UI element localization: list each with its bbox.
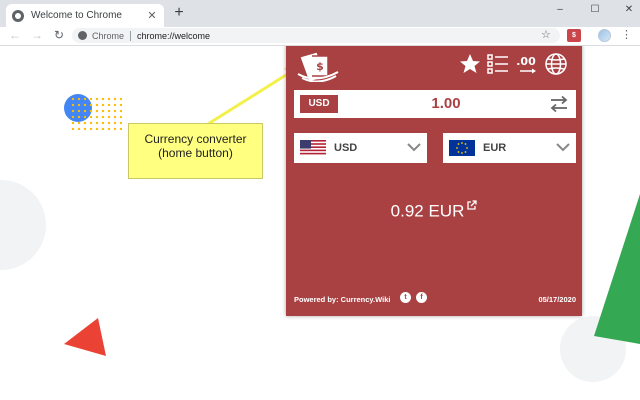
chrome-site-icon [78,31,87,40]
decimals-label: .00 [516,55,536,68]
powered-by-link[interactable]: Powered by: Currency.Wiki [294,295,391,304]
maximize-button[interactable]: ☐ [587,3,603,17]
url-text[interactable]: chrome://welcome [137,31,210,41]
chrome-menu-icon[interactable]: ⋮ [621,28,632,43]
from-currency-select[interactable]: USD [294,133,427,163]
decimals-icon[interactable]: .00 [514,52,538,76]
amount-row: USD 1.00 [294,90,576,118]
decorative-dot-grid [70,96,122,130]
star-icon[interactable] [458,52,482,76]
close-window-button[interactable]: ✕ [621,3,637,17]
forward-button[interactable]: → [30,27,44,44]
currency-extension-button[interactable]: $ [567,29,581,42]
minimize-button[interactable]: – [552,3,568,17]
omnibox-divider [130,30,132,41]
globe-icon[interactable] [544,52,568,76]
us-flag-icon [300,140,326,156]
annotation-callout: Currency converter (home button) [128,123,263,179]
decorative-circle [0,180,46,270]
welcome-page: Currency converter (home button) $ .00 U… [0,46,640,400]
decorative-green-shape [594,194,640,344]
annotation-line-2: (home button) [158,146,233,160]
reload-button[interactable]: ↻ [52,27,66,44]
amount-currency-badge[interactable]: USD [300,95,338,113]
rate-date: 05/17/2020 [538,295,576,304]
eu-flag-icon [449,140,475,156]
annotation-text: Currency converter (home button) [129,124,262,160]
swap-icon[interactable] [549,95,569,113]
annotation-line-1: Currency converter [144,132,247,146]
browser-toolbar: ← → ↻ Chrome chrome://welcome ☆ $ ⋮ [0,27,640,46]
to-currency-select[interactable]: EUR [443,133,576,163]
twitter-icon[interactable]: t [400,292,411,303]
svg-text:$: $ [316,60,324,73]
money-logo-icon[interactable]: $ [296,50,340,82]
list-icon[interactable] [486,52,510,76]
site-chip: Chrome [92,30,125,41]
bookmark-star-icon[interactable]: ☆ [541,28,551,43]
tab-strip: Welcome to Chrome ✕ + – ☐ ✕ [0,0,640,27]
profile-avatar[interactable] [598,29,611,42]
currency-converter-popup: $ .00 USD 1.00 USD EUR 0.92 EUR Powered … [286,46,582,316]
conversion-result: 0.92 EUR [286,200,582,225]
new-tab-button[interactable]: + [172,5,186,21]
result-value: 0.92 EUR [390,201,465,221]
amount-input[interactable]: 1.00 [376,90,516,118]
external-link-icon[interactable] [466,200,477,211]
address-bar[interactable]: Chrome chrome://welcome [72,28,560,43]
chevron-down-icon [407,143,421,152]
tab-close-icon[interactable]: ✕ [146,9,158,22]
chrome-favicon-icon [12,9,24,22]
from-currency-label: USD [334,142,358,154]
chevron-down-icon [556,143,570,152]
tab-welcome[interactable]: Welcome to Chrome ✕ [6,4,164,27]
facebook-icon[interactable]: f [416,292,427,303]
tab-title: Welcome to Chrome [31,10,122,21]
decorative-red-triangle [64,318,106,356]
to-currency-label: EUR [483,142,507,154]
back-button[interactable]: ← [8,27,22,44]
